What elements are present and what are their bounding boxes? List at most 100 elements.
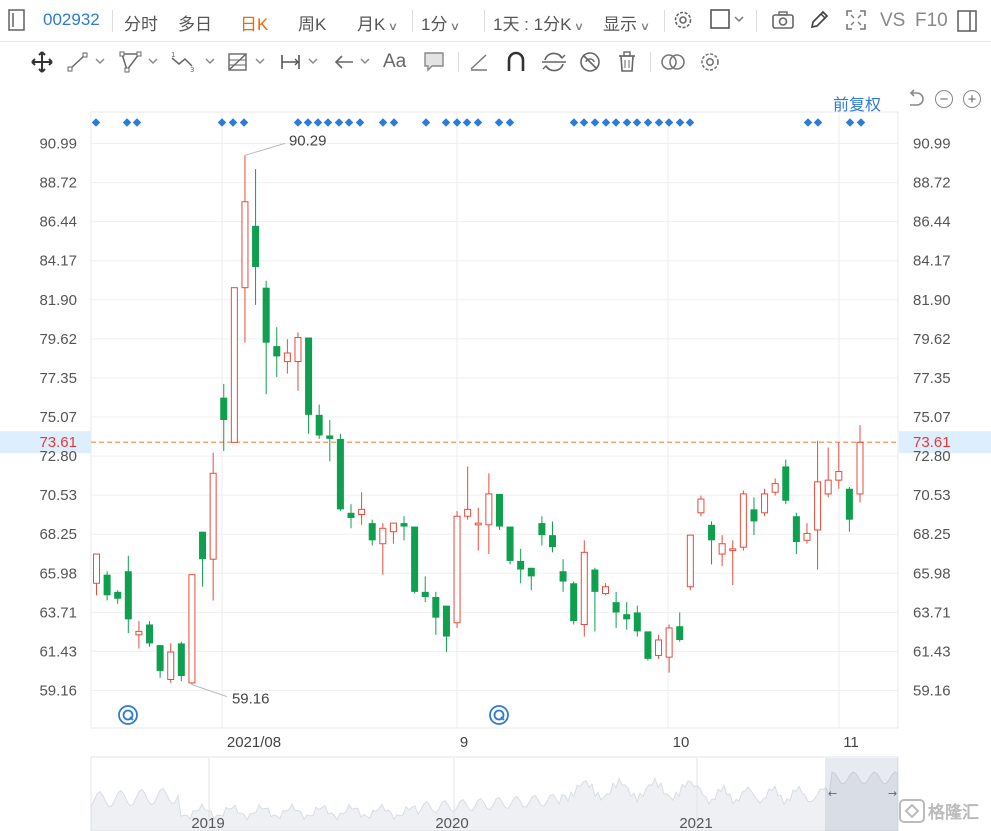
y-axis-right: 90.99 88.72 86.44 84.17 81.90 79.62 77.35 75.07…: [913, 136, 951, 700]
camera-icon[interactable]: [771, 9, 795, 36]
fibonacci-icon[interactable]: [226, 50, 270, 74]
navigator-year-label: 2020: [435, 815, 468, 831]
candle-body: [761, 493, 769, 514]
divider: [756, 10, 757, 32]
tab-intraday[interactable]: 分时: [124, 10, 158, 35]
candle: [570, 581, 578, 625]
candle-body: [432, 597, 440, 618]
chevron-down-icon: ∨: [574, 21, 585, 33]
max-label: 90.29: [289, 132, 327, 149]
hide-icon[interactable]: [578, 50, 602, 74]
chevron-down-icon: ∨: [450, 21, 461, 33]
candle: [146, 621, 154, 647]
fullscreen-icon[interactable]: [845, 9, 867, 36]
candle-body: [570, 583, 578, 622]
y-tick-label: 75.07: [39, 409, 77, 426]
y-tick-label: 65.98: [39, 565, 77, 582]
navigator-right-handle: →: [888, 787, 897, 800]
vs-compare-button[interactable]: VS: [880, 10, 905, 32]
polyline-icon[interactable]: [119, 50, 163, 74]
eraser-icon[interactable]: [468, 50, 490, 74]
divider: [664, 10, 665, 32]
candle-body: [665, 627, 673, 658]
y-tick-label: 84.17: [913, 253, 951, 270]
candle-body: [400, 523, 408, 527]
period-select[interactable]: 1分 ∨: [421, 10, 461, 35]
candle-body: [814, 481, 822, 531]
candle-body: [655, 639, 663, 656]
candle-body: [803, 532, 811, 541]
candle: [336, 433, 344, 512]
arrow-icon[interactable]: [333, 50, 377, 74]
checkbox-icon[interactable]: [710, 9, 748, 36]
text-icon[interactable]: Aa: [383, 50, 406, 74]
comment-icon[interactable]: [422, 50, 446, 74]
candle-body: [220, 397, 228, 421]
candle-body: [845, 488, 853, 520]
y-tick-label: 72.80: [39, 448, 77, 465]
candle-body: [708, 524, 716, 541]
candle-body: [368, 523, 376, 541]
min-label: 59.16: [232, 691, 270, 708]
candle-body: [580, 551, 588, 626]
y-tick-label: 84.17: [39, 253, 77, 270]
candle-body: [230, 287, 238, 443]
trash-icon[interactable]: [617, 50, 637, 74]
f10-button[interactable]: F10: [915, 10, 948, 32]
x-tick-label: 10: [673, 734, 690, 751]
candle: [230, 287, 238, 443]
navigator: 2019 2020 2021 ← → 格隆汇: [90, 756, 979, 831]
pencil-icon[interactable]: [808, 9, 830, 36]
candle-body: [591, 569, 599, 592]
candle-body: [739, 493, 747, 548]
sync-icon[interactable]: [541, 50, 567, 74]
chart-settings-icon[interactable]: [698, 50, 722, 74]
chevron-down-icon: ∨: [388, 21, 399, 33]
multi-period-select[interactable]: 1天 : 1分K ∨: [493, 10, 585, 35]
candle-body: [421, 591, 429, 598]
panel-icon[interactable]: [956, 9, 978, 38]
candle-body: [326, 435, 334, 439]
svg-text:3: 3: [190, 66, 194, 74]
divider: [484, 10, 485, 32]
tab-daily-k[interactable]: 日K: [240, 10, 268, 35]
y-tick-label: 65.98: [913, 565, 951, 582]
candle-body: [771, 483, 779, 493]
tab-multi-day[interactable]: 多日: [178, 10, 212, 35]
chevron-down-icon: ∨: [639, 21, 651, 33]
compare-icon[interactable]: [659, 50, 687, 74]
y-tick-label: 63.71: [39, 604, 77, 621]
candle-body: [336, 438, 344, 510]
candle-body: [559, 571, 567, 582]
y-tick-label: 79.62: [913, 331, 951, 348]
range-icon[interactable]: [279, 50, 323, 74]
sidebar-toggle-icon[interactable]: [8, 8, 26, 37]
candle: [739, 490, 747, 551]
candle: [506, 526, 514, 565]
tab-weekly-k[interactable]: 周K: [298, 10, 326, 35]
watermark-logo: 格隆汇: [899, 799, 979, 823]
stock-code[interactable]: 002932: [43, 10, 100, 30]
candlestick-chart[interactable]: 73.61 73.61 90.9988.7286.4484.1781.9079.6…: [0, 84, 991, 831]
y-tick-label: 68.25: [913, 526, 951, 543]
y-tick-label: 81.90: [39, 292, 77, 309]
line-icon[interactable]: [66, 50, 110, 74]
move-icon[interactable]: [29, 50, 55, 74]
candle-body: [633, 612, 641, 632]
candle: [495, 493, 503, 530]
settings-icon[interactable]: [672, 9, 694, 36]
candle-body: [729, 548, 737, 552]
y-tick-label: 86.44: [39, 214, 77, 231]
y-tick-label: 70.53: [913, 487, 951, 504]
tab-monthly-k[interactable]: 月K ∨: [357, 10, 399, 35]
candle-body: [676, 626, 684, 640]
candle-body: [167, 651, 175, 681]
candle: [188, 574, 196, 685]
candle-body: [527, 567, 535, 577]
period-value: 1分: [421, 15, 448, 34]
candle-body: [262, 287, 270, 343]
display-select[interactable]: 显示 ∨: [603, 10, 651, 35]
wave-icon[interactable]: 13: [170, 50, 220, 74]
magnet-icon[interactable]: [505, 50, 527, 74]
candle-body: [602, 586, 609, 595]
